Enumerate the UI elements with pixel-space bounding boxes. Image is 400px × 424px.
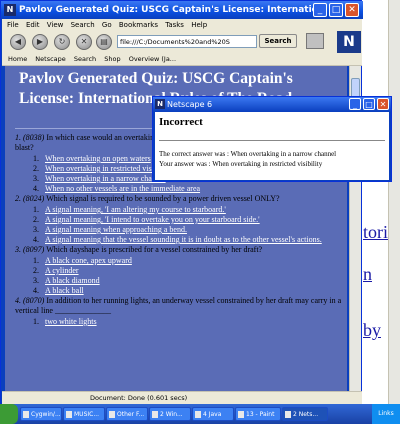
result-dialog: N Netscape 6 _ □ ✕ Incorrect The correct… bbox=[152, 96, 392, 182]
minimize-button[interactable]: _ bbox=[349, 98, 361, 110]
printer-icon[interactable] bbox=[306, 33, 324, 49]
bookmark-shop[interactable]: Shop bbox=[104, 55, 120, 63]
divider bbox=[159, 140, 385, 141]
search-button[interactable]: Search bbox=[259, 34, 297, 48]
background-scrollbar[interactable] bbox=[388, 0, 400, 404]
bookmark-overview[interactable]: Overview (Ja... bbox=[129, 55, 176, 63]
dialog-title-bar[interactable]: N Netscape 6 _ □ ✕ bbox=[153, 97, 391, 112]
answer-option[interactable]: A black ball bbox=[45, 286, 84, 295]
back-icon[interactable]: ◀ bbox=[10, 34, 26, 50]
answer-option[interactable]: A cylinder bbox=[45, 266, 79, 275]
print-page-icon[interactable]: ▤ bbox=[96, 34, 112, 50]
taskbar-item[interactable]: 13 - Paint bbox=[235, 407, 281, 421]
start-button[interactable] bbox=[0, 404, 18, 424]
maximize-button[interactable]: □ bbox=[329, 3, 343, 17]
menu-bar: File Edit View Search Go Bookmarks Tasks… bbox=[2, 19, 362, 31]
netscape-app-icon: N bbox=[4, 4, 16, 16]
browser-window: N Pavlov Generated Quiz: USCG Captain's … bbox=[0, 0, 363, 405]
dialog-title: Netscape 6 bbox=[167, 100, 213, 109]
taskbar-item[interactable]: 4 Java bbox=[192, 407, 234, 421]
netscape-logo: N bbox=[337, 31, 361, 53]
status-bar: Document: Done (0.601 secs) bbox=[2, 391, 362, 405]
question-3: 3. (8097) Which dayshape is prescribed f… bbox=[15, 245, 263, 254]
answer-option[interactable]: When no other vessels are in the immedia… bbox=[45, 184, 200, 193]
links-toolbar[interactable]: Links bbox=[372, 404, 400, 424]
answer-option[interactable]: two white lights bbox=[45, 317, 97, 326]
netscape-app-icon: N bbox=[155, 99, 165, 109]
maximize-button[interactable]: □ bbox=[363, 98, 375, 110]
bookmark-netscape[interactable]: Netscape bbox=[35, 55, 65, 63]
title-bar[interactable]: N Pavlov Generated Quiz: USCG Captain's … bbox=[1, 1, 363, 19]
question-4: 4. (8070) In addition to her running lig… bbox=[15, 296, 342, 315]
answer-option[interactable]: A black cone, apex upward bbox=[45, 256, 132, 265]
close-button[interactable]: ✕ bbox=[345, 3, 359, 17]
answer-option[interactable]: When overtaking in a narrow channel bbox=[45, 174, 166, 183]
dialog-body: Incorrect The correct answer was : When … bbox=[155, 112, 389, 180]
answer-option[interactable]: A black diamond bbox=[45, 276, 100, 285]
reload-icon[interactable]: ↻ bbox=[54, 34, 70, 50]
status-text: Document: Done (0.601 secs) bbox=[90, 394, 188, 402]
minimize-button[interactable]: _ bbox=[313, 3, 327, 17]
url-input[interactable]: file:///C:/Documents%20and%20S bbox=[117, 35, 257, 48]
answer-option[interactable]: When overtaking on open waters bbox=[45, 154, 151, 163]
taskbar-item[interactable]: MUSIC... bbox=[63, 407, 105, 421]
taskbar-item[interactable]: Other F... bbox=[106, 407, 148, 421]
answer-option[interactable]: A signal meaning, 'I intend to overtake … bbox=[45, 215, 260, 224]
correct-answer-text: The correct answer was : When overtaking… bbox=[159, 150, 337, 158]
background-link[interactable]: n bbox=[363, 264, 372, 285]
menu-tasks[interactable]: Tasks bbox=[165, 21, 184, 29]
question-2: 2. (8024) Which signal is required to be… bbox=[15, 194, 280, 203]
personal-toolbar: Home Netscape Search Shop Overview (Ja..… bbox=[2, 53, 362, 66]
bookmark-search[interactable]: Search bbox=[74, 55, 96, 63]
menu-search[interactable]: Search bbox=[71, 21, 95, 29]
taskbar-item[interactable]: 2 Win... bbox=[149, 407, 191, 421]
taskbar-item-active[interactable]: 2 Nets... bbox=[282, 407, 328, 421]
close-button[interactable]: ✕ bbox=[377, 98, 389, 110]
background-link[interactable]: by bbox=[363, 320, 381, 341]
menu-bookmarks[interactable]: Bookmarks bbox=[119, 21, 158, 29]
window-title: Pavlov Generated Quiz: USCG Captain's Li… bbox=[19, 5, 319, 15]
menu-go[interactable]: Go bbox=[102, 21, 112, 29]
menu-help[interactable]: Help bbox=[191, 21, 207, 29]
bookmark-home[interactable]: Home bbox=[8, 55, 27, 63]
result-heading: Incorrect bbox=[159, 116, 203, 128]
stop-icon[interactable]: ✕ bbox=[76, 34, 92, 50]
your-answer-text: Your answer was : When overtaking in res… bbox=[159, 160, 323, 168]
answer-option[interactable]: A signal meaning, 'I am altering my cour… bbox=[45, 205, 226, 214]
background-window: torial n by bbox=[358, 0, 400, 404]
menu-view[interactable]: View bbox=[47, 21, 64, 29]
answer-option[interactable]: A signal meaning that the vessel soundin… bbox=[45, 235, 322, 244]
menu-file[interactable]: File bbox=[7, 21, 19, 29]
answer-option[interactable]: A signal meaning when approaching a bend… bbox=[45, 225, 187, 234]
forward-icon[interactable]: ▶ bbox=[32, 34, 48, 50]
taskbar-item[interactable]: Cygwin/... bbox=[20, 407, 62, 421]
menu-edit[interactable]: Edit bbox=[26, 21, 40, 29]
